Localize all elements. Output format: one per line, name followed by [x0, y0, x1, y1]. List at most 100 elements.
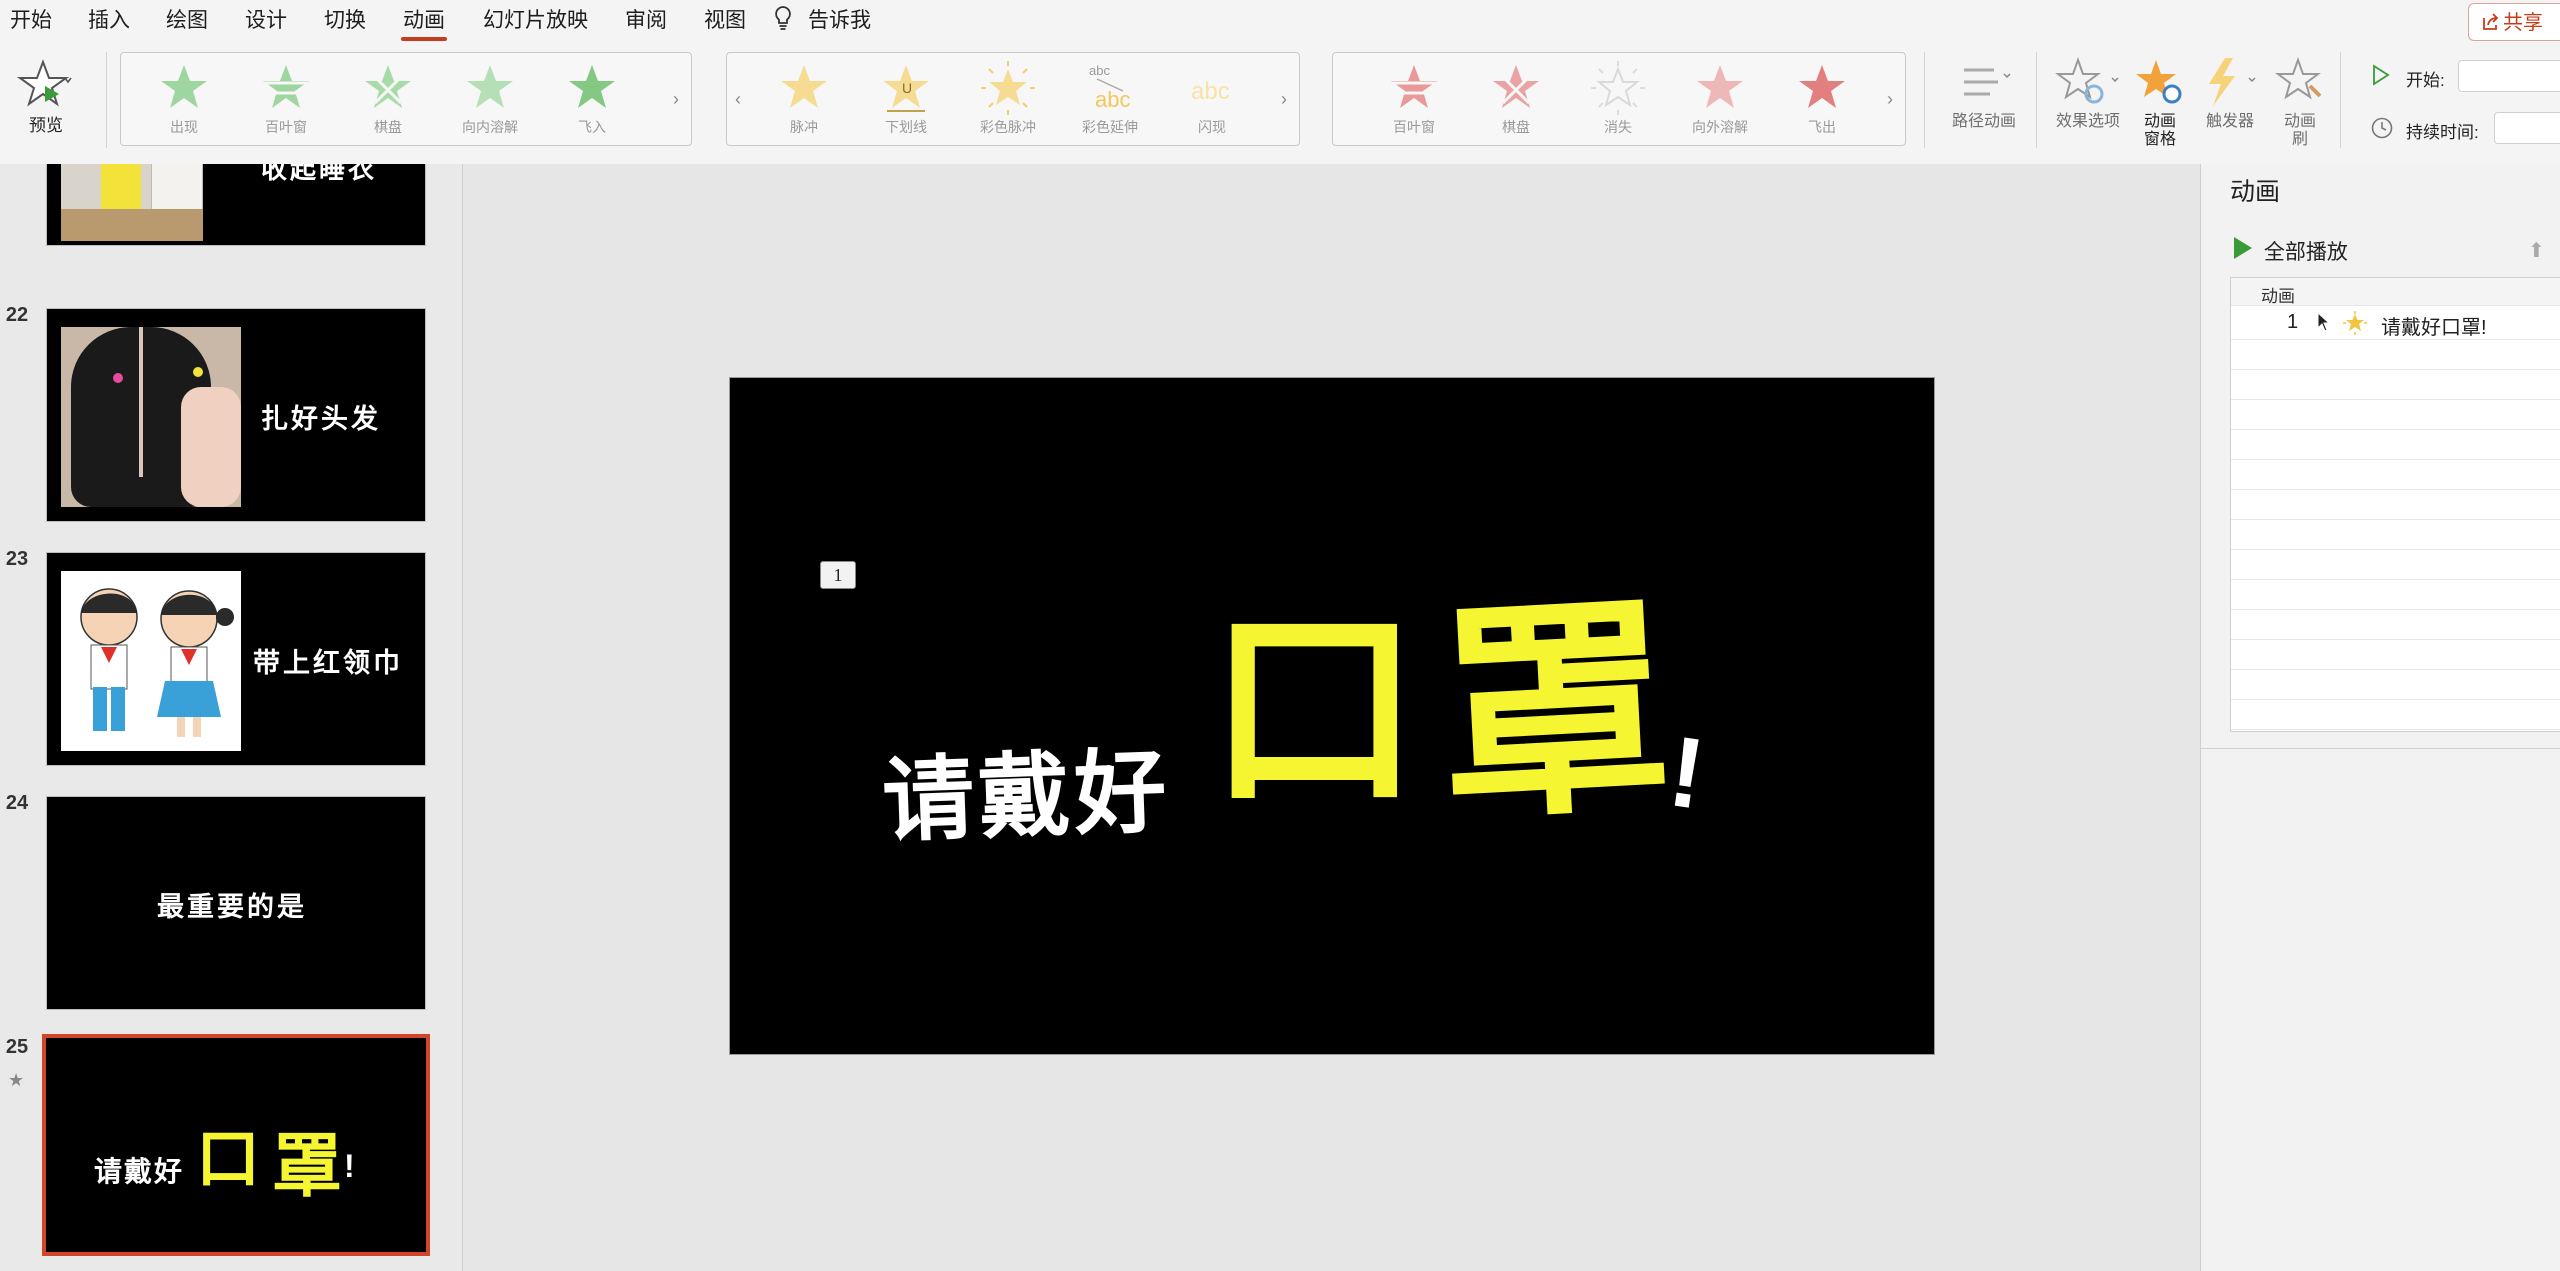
chevron-left-icon[interactable]: ‹: [735, 89, 741, 110]
tab-home[interactable]: 开始: [10, 6, 52, 36]
effect-pulse[interactable]: 脉冲: [759, 61, 849, 137]
slide-text-zhao[interactable]: 罩: [1433, 578, 1676, 847]
star-burst-gray-icon: [1591, 61, 1645, 115]
animation-item-label: 请戴好口罩!: [2381, 317, 2487, 339]
animation-pane-button[interactable]: 动画 窗格: [2134, 56, 2186, 149]
trigger-button[interactable]: 触发器: [2190, 56, 2270, 131]
slide-25-text-1: 请戴好: [94, 1156, 185, 1187]
preview-button[interactable]: 预览: [8, 56, 84, 135]
tab-view[interactable]: 视图: [704, 6, 746, 36]
play-all-button[interactable]: 全部播放: [2232, 236, 2348, 266]
effect-color-extend[interactable]: abc abc 彩色延伸: [1065, 61, 1155, 137]
animation-list-item[interactable]: 1 请戴好口罩!: [2231, 306, 2560, 340]
start-play-icon: [2370, 64, 2392, 91]
list-header: 动画: [2231, 278, 2560, 306]
slide-25-text-3: 罩: [272, 1127, 342, 1205]
effect-fly-out[interactable]: 飞出: [1777, 61, 1867, 137]
slide-thumbnail-24[interactable]: 最重要的是: [46, 796, 426, 1010]
share-button[interactable]: 共享: [2468, 3, 2560, 41]
tab-design[interactable]: 设计: [245, 6, 287, 36]
tab-review[interactable]: 审阅: [625, 6, 667, 36]
lightning-icon: [2209, 58, 2256, 106]
duration-input[interactable]: [2494, 112, 2560, 144]
list-row-empty: [2231, 520, 2560, 550]
animation-star-icon: ★: [8, 1070, 25, 1090]
chevron-right-icon[interactable]: ›: [1887, 89, 1893, 110]
divider: [2340, 52, 2341, 148]
effect-dissolve-in[interactable]: 向内溶解: [445, 61, 535, 137]
chevron-right-icon[interactable]: ›: [1281, 89, 1287, 110]
play-all-label: 全部播放: [2263, 241, 2348, 264]
animation-pane-title: 动画: [2230, 178, 2281, 206]
divider: [2036, 52, 2037, 148]
abc-flash-icon: abc: [1191, 78, 1230, 105]
slide-text-kou[interactable]: 口: [1208, 604, 1420, 816]
tell-me-search[interactable]: 告诉我: [808, 6, 871, 36]
animation-painter-button[interactable]: 动画 刷: [2272, 56, 2328, 149]
svg-text:U: U: [902, 80, 912, 96]
list-row-empty: [2231, 640, 2560, 670]
pane-divider: [2200, 748, 2560, 749]
star-red-dissolve-icon: [1697, 65, 1743, 108]
tab-slideshow[interactable]: 幻灯片放映: [483, 6, 588, 36]
entrance-effects-gallery: 出现 百叶窗 棋盘 向内溶解 飞入 ›: [120, 52, 692, 146]
effect-underline[interactable]: U 下划线: [861, 61, 951, 137]
path-animation-button[interactable]: 路径动画: [1936, 60, 2032, 131]
slide-24-text: 最重要的是: [157, 892, 307, 922]
slide-text-please-wear[interactable]: 请戴好: [880, 717, 1172, 860]
slide-21-text: 收起睡衣: [261, 164, 378, 184]
slide-number-24: 24: [5, 792, 29, 814]
effect-options-button[interactable]: 效果选项: [2044, 56, 2132, 131]
slide-thumbnail-25-selected[interactable]: 请戴好 口 罩 !: [42, 1034, 430, 1256]
chevron-right-icon[interactable]: ›: [673, 89, 679, 110]
slide-22-photo: [61, 327, 241, 507]
slide-thumbnail-panel[interactable]: 收起睡衣 22 扎好头发 23 带上红领巾 24 最重要的是 25 ★ 请戴好 …: [0, 164, 463, 1271]
current-slide[interactable]: 请戴好 口 罩 !: [729, 377, 1935, 1055]
effect-disappear[interactable]: 消失: [1573, 61, 1663, 137]
start-select[interactable]: [2458, 60, 2560, 92]
move-up-icon[interactable]: ⬆: [2528, 238, 2545, 263]
effect-appear[interactable]: 出现: [139, 61, 229, 137]
star-pane-icon: [2136, 60, 2182, 104]
effect-checkerboard-exit[interactable]: 棋盘: [1471, 61, 1561, 137]
star-green-icon: [161, 65, 207, 108]
tab-transitions[interactable]: 切换: [324, 6, 366, 36]
divider: [106, 52, 107, 148]
tab-insert[interactable]: 插入: [88, 6, 130, 36]
effect-fly-in[interactable]: 飞入: [547, 61, 637, 137]
effect-checkerboard[interactable]: 棋盘: [343, 61, 433, 137]
star-green-dissolve-icon: [467, 65, 513, 108]
svg-text:abc: abc: [1095, 87, 1130, 112]
start-label: 开始:: [2406, 71, 2445, 90]
list-row-empty: [2231, 490, 2560, 520]
tab-draw[interactable]: 绘图: [166, 6, 208, 36]
lightbulb-icon: [772, 4, 794, 39]
animation-list: 动画 1 请戴好口罩!: [2230, 277, 2560, 732]
animation-order-badge[interactable]: 1: [820, 561, 856, 589]
star-brush-icon: [2275, 57, 2322, 100]
children-cartoon-icon: [80, 588, 234, 737]
menu-bar: 开始 插入 绘图 设计 切换 动画 幻灯片放映 审阅 视图 告诉我 共享: [0, 0, 2560, 42]
effect-blinds[interactable]: 百叶窗: [241, 61, 331, 137]
cursor-pointer-icon: [2317, 311, 2331, 337]
slide-thumbnail-21[interactable]: 收起睡衣: [46, 164, 426, 246]
list-row-empty: [2231, 400, 2560, 430]
star-gear-icon: [2055, 57, 2119, 104]
slide-number-25: 25: [5, 1036, 29, 1058]
list-row-empty: [2231, 580, 2560, 610]
tab-animations[interactable]: 动画: [401, 6, 447, 41]
share-label: 共享: [2503, 12, 2543, 34]
effect-color-pulse[interactable]: 彩色脉冲: [963, 61, 1053, 137]
exit-effects-gallery: 百叶窗 棋盘 消失 向外溶解 飞出 ›: [1332, 52, 1906, 146]
effect-dissolve-out[interactable]: 向外溶解: [1675, 61, 1765, 137]
slide-21-photo: [61, 164, 203, 241]
list-row-empty: [2231, 700, 2560, 730]
slide-thumbnail-23[interactable]: 带上红领巾: [46, 552, 426, 766]
ribbon: 预览 出现 百叶窗 棋盘 向内溶解 飞入 › ‹ 脉冲 U 下划线 彩色脉冲 a…: [0, 42, 2560, 165]
effect-flash[interactable]: abc 闪现: [1167, 61, 1257, 137]
slide-thumbnail-22[interactable]: 扎好头发: [46, 308, 426, 522]
svg-text:abc: abc: [1089, 63, 1110, 78]
duration-label: 持续时间:: [2406, 123, 2479, 142]
star-preview-icon: [16, 59, 72, 107]
effect-blinds-exit[interactable]: 百叶窗: [1369, 61, 1459, 137]
